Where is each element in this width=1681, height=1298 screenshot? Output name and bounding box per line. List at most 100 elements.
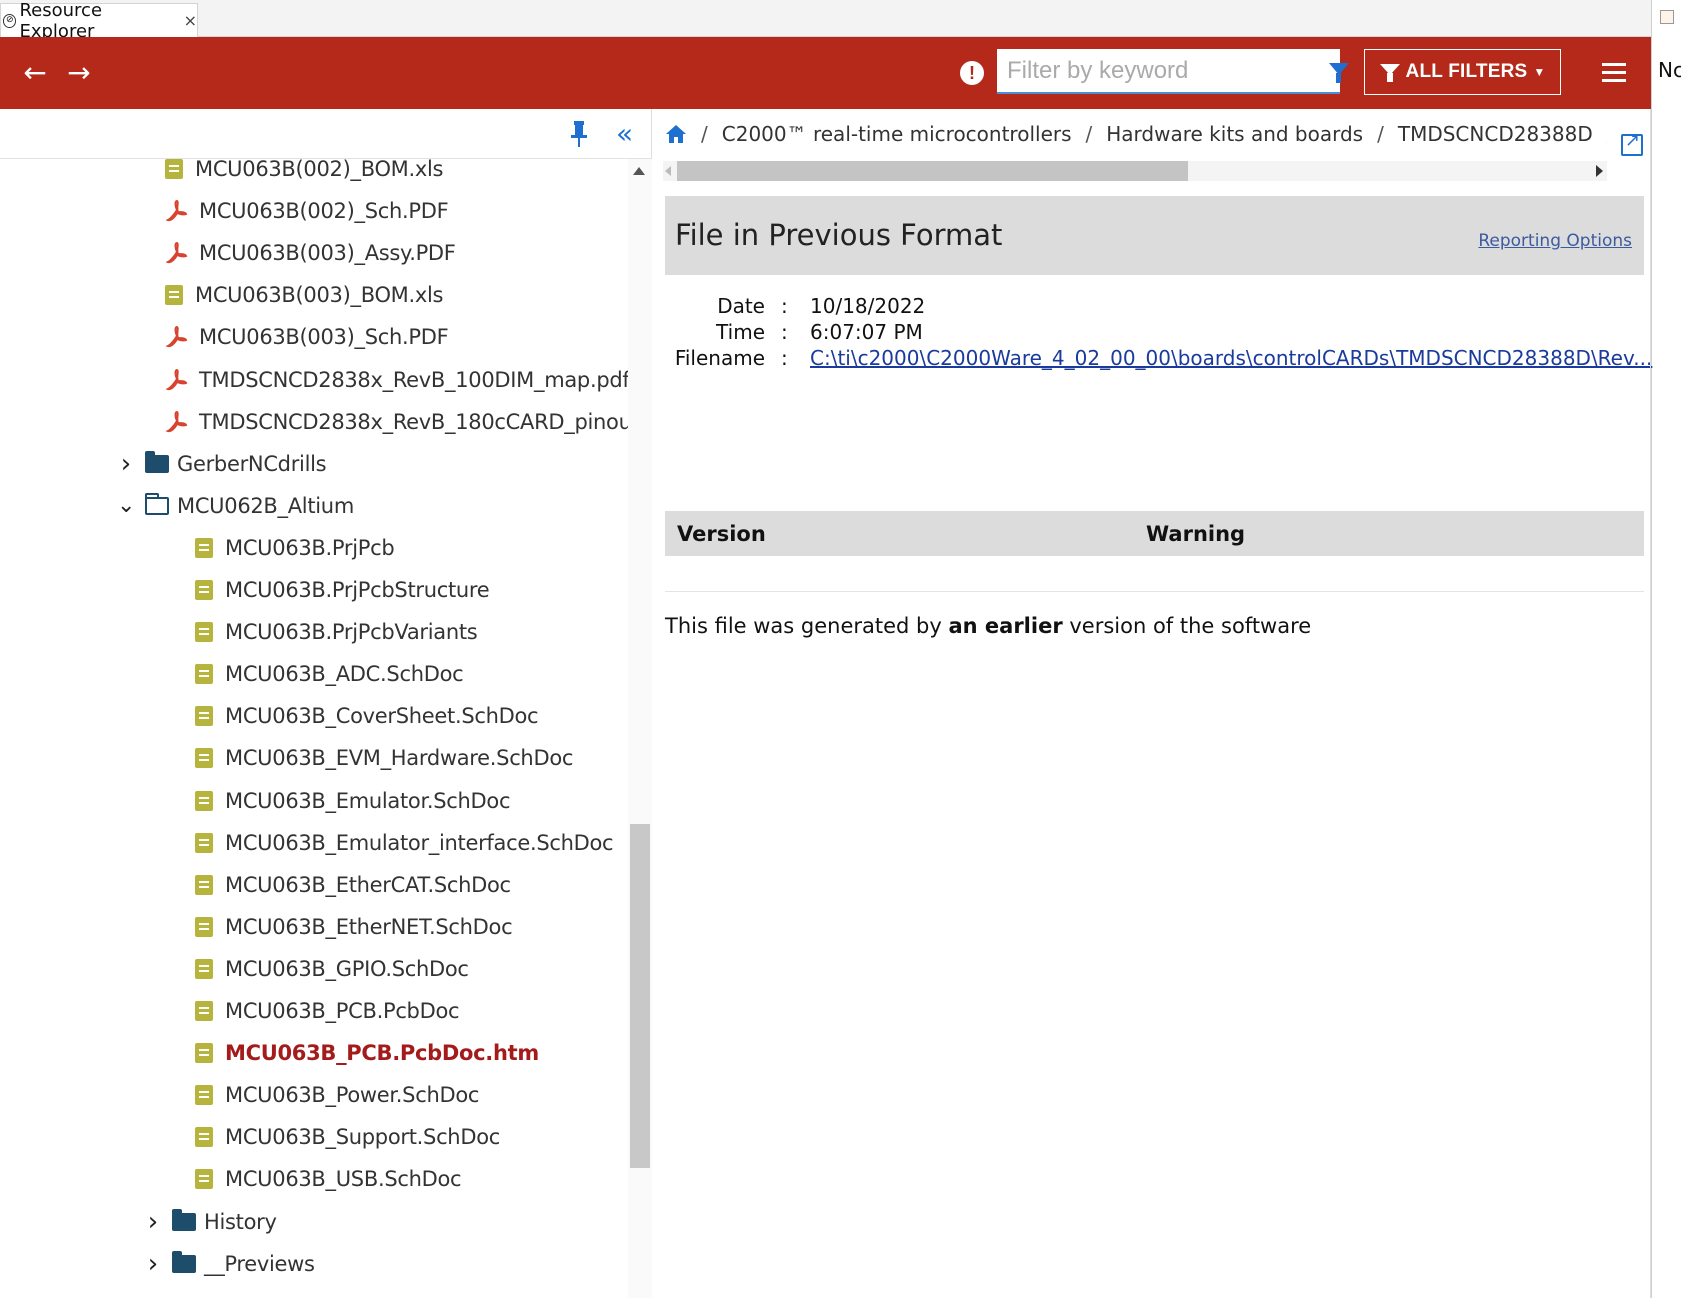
column-warning: Warning bbox=[1146, 522, 1246, 546]
external-link-icon[interactable] bbox=[1621, 130, 1643, 156]
pdf-icon bbox=[165, 368, 188, 390]
tree-item-label: MCU063B_Power.SchDoc bbox=[225, 1083, 480, 1108]
folder-open-icon bbox=[145, 492, 169, 515]
document-icon bbox=[165, 159, 183, 179]
breadcrumb-separator: / bbox=[1377, 122, 1384, 146]
tree-file[interactable]: MCU063B(003)_Assy.PDF bbox=[165, 235, 456, 271]
folder-icon bbox=[172, 1208, 196, 1231]
tree-item-label: MCU063B_Emulator.SchDoc bbox=[225, 788, 511, 813]
document-icon bbox=[195, 790, 213, 811]
tree-file[interactable]: MCU063B_Support.SchDoc bbox=[195, 1119, 500, 1155]
tree-folder[interactable]: › __Previews bbox=[144, 1246, 315, 1282]
tree-folder[interactable]: › GerberNCdrills bbox=[117, 446, 327, 482]
tree-file[interactable]: MCU063B_Power.SchDoc bbox=[195, 1077, 479, 1113]
scrollbar-thumb[interactable] bbox=[677, 161, 1188, 181]
warnings-table-header: Version Warning bbox=[665, 511, 1644, 556]
horizontal-scrollbar[interactable] bbox=[663, 161, 1607, 181]
tree-file[interactable]: MCU063B.PrjPcbVariants bbox=[195, 614, 478, 650]
search-input[interactable] bbox=[997, 50, 1319, 91]
tree-file[interactable]: MCU063B(002)_Sch.PDF bbox=[165, 193, 449, 229]
tree-item-label: __Previews bbox=[204, 1251, 315, 1276]
tree-file[interactable]: MCU063B(003)_Sch.PDF bbox=[165, 319, 449, 355]
chevron-right-icon[interactable]: › bbox=[144, 1249, 162, 1279]
document-icon bbox=[195, 1043, 213, 1064]
divider bbox=[665, 591, 1644, 592]
tree-file[interactable]: MCU063B_EtherCAT.SchDoc bbox=[195, 867, 511, 903]
back-icon[interactable]: ← bbox=[20, 59, 50, 89]
tree-item-label: MCU063B(003)_Assy.PDF bbox=[199, 241, 456, 266]
hamburger-menu-icon[interactable] bbox=[1602, 63, 1626, 83]
document-icon bbox=[195, 706, 213, 727]
reporting-options-link[interactable]: Reporting Options bbox=[1478, 231, 1632, 251]
tree-file[interactable]: MCU063B_Emulator.SchDoc bbox=[195, 783, 511, 819]
tree-item-label: MCU063B_EVM_Hardware.SchDoc bbox=[225, 746, 574, 771]
tree-item-label: MCU063B_Emulator_interface.SchDoc bbox=[225, 830, 614, 855]
filter-icon[interactable] bbox=[1319, 51, 1349, 91]
report-header: File in Previous Format Reporting Option… bbox=[665, 196, 1644, 275]
pdf-icon bbox=[165, 326, 188, 348]
tree-folder[interactable]: ⌄ MCU062B_Altium bbox=[117, 488, 354, 524]
document-icon bbox=[195, 1127, 213, 1148]
report-note: This file was generated by an earlier ve… bbox=[665, 614, 1311, 638]
tree-file[interactable]: MCU063B_PCB.PcbDoc bbox=[195, 993, 460, 1029]
tree-file[interactable]: MCU063B_EtherNET.SchDoc bbox=[195, 909, 513, 945]
tree-file[interactable]: MCU063B_PCB.PcbDoc.htm bbox=[195, 1035, 539, 1071]
tree-file[interactable]: MCU063B_GPIO.SchDoc bbox=[195, 951, 469, 987]
tree-item-label: MCU063B.PrjPcb bbox=[225, 535, 395, 560]
tree-file[interactable]: MCU063B_EVM_Hardware.SchDoc bbox=[195, 740, 573, 776]
tree-file[interactable]: MCU063B(002)_BOM.xls bbox=[165, 159, 443, 187]
breadcrumb-item[interactable]: C2000™ real-time microcontrollers bbox=[722, 122, 1072, 146]
date-label: Date bbox=[717, 294, 765, 318]
tree-item-label: MCU063B_GPIO.SchDoc bbox=[225, 956, 469, 981]
colon: : bbox=[781, 294, 788, 318]
tree-item-label: MCU063B(002)_BOM.xls bbox=[195, 159, 444, 181]
tree-folder[interactable]: › History bbox=[144, 1204, 277, 1240]
forward-icon[interactable]: → bbox=[64, 59, 94, 89]
panel-border bbox=[1650, 109, 1651, 1298]
document-icon bbox=[195, 916, 213, 937]
tab-resource-explorer[interactable]: ⊘ Resource Explorer × bbox=[0, 0, 198, 42]
side-panel-text: Nc bbox=[1658, 58, 1681, 82]
tree-file[interactable]: MCU063B_CoverSheet.SchDoc bbox=[195, 698, 539, 734]
tree-item-label: MCU063B(002)_Sch.PDF bbox=[199, 199, 449, 224]
chevron-right-icon[interactable]: › bbox=[144, 1207, 162, 1237]
pin-icon[interactable] bbox=[570, 121, 588, 147]
document-icon bbox=[195, 832, 213, 853]
breadcrumb-item[interactable]: TMDSCNCD28388D bbox=[1398, 122, 1593, 146]
scroll-right-icon[interactable] bbox=[1596, 165, 1603, 177]
tree-file[interactable]: MCU063B_ADC.SchDoc bbox=[195, 656, 464, 692]
tree-file[interactable]: MCU063B.PrjPcb bbox=[195, 530, 395, 566]
alert-icon[interactable]: ! bbox=[960, 61, 984, 85]
tree-item-label: MCU063B_PCB.PcbDoc bbox=[225, 999, 460, 1023]
tree-item-label: GerberNCdrills bbox=[177, 451, 327, 476]
tree-item-label: MCU063B(003)_BOM.xls bbox=[195, 283, 444, 308]
scroll-left-icon[interactable] bbox=[665, 166, 671, 176]
tree-file[interactable]: MCU063B.PrjPcbStructure bbox=[195, 572, 490, 608]
all-filters-label: ALL FILTERS bbox=[1405, 61, 1528, 82]
colon: : bbox=[781, 320, 788, 344]
resource-explorer-icon: ⊘ bbox=[3, 13, 17, 28]
date-value: 10/18/2022 bbox=[810, 294, 926, 318]
tree-file[interactable]: MCU063B(003)_BOM.xls bbox=[165, 277, 443, 313]
chevron-down-icon[interactable]: ⌄ bbox=[117, 493, 135, 518]
all-filters-button[interactable]: ALL FILTERS ▼ bbox=[1364, 49, 1561, 95]
scroll-up-icon[interactable] bbox=[633, 167, 645, 175]
tree-item-label: MCU063B_PCB.PcbDoc.htm bbox=[225, 1041, 539, 1066]
view-icon[interactable] bbox=[1660, 10, 1674, 24]
breadcrumb-item[interactable]: Hardware kits and boards bbox=[1106, 122, 1363, 146]
tree-file[interactable]: TMDSCNCD2838x_RevB_180cCARD_pinout.pd bbox=[165, 404, 628, 440]
home-icon[interactable] bbox=[665, 124, 687, 144]
chevron-right-icon[interactable]: › bbox=[117, 449, 135, 479]
document-icon bbox=[195, 664, 213, 685]
close-icon[interactable]: × bbox=[184, 11, 197, 30]
filename-link[interactable]: C:\ti\c2000\C2000Ware_4_02_00_00\boards\… bbox=[810, 346, 1652, 370]
pdf-icon bbox=[165, 200, 188, 222]
tree-file[interactable]: MCU063B_USB.SchDoc bbox=[195, 1161, 462, 1197]
tree-file[interactable]: MCU063B_Emulator_interface.SchDoc bbox=[195, 825, 614, 861]
tab-title: Resource Explorer bbox=[19, 0, 103, 42]
tree-file[interactable]: TMDSCNCD2838x_RevB_100DIM_map.pdf bbox=[165, 362, 628, 398]
filename-label: Filename bbox=[674, 346, 765, 370]
scrollbar-thumb[interactable] bbox=[630, 824, 650, 1168]
collapse-panel-icon[interactable]: « bbox=[616, 117, 633, 150]
vertical-scrollbar[interactable] bbox=[628, 159, 652, 1298]
